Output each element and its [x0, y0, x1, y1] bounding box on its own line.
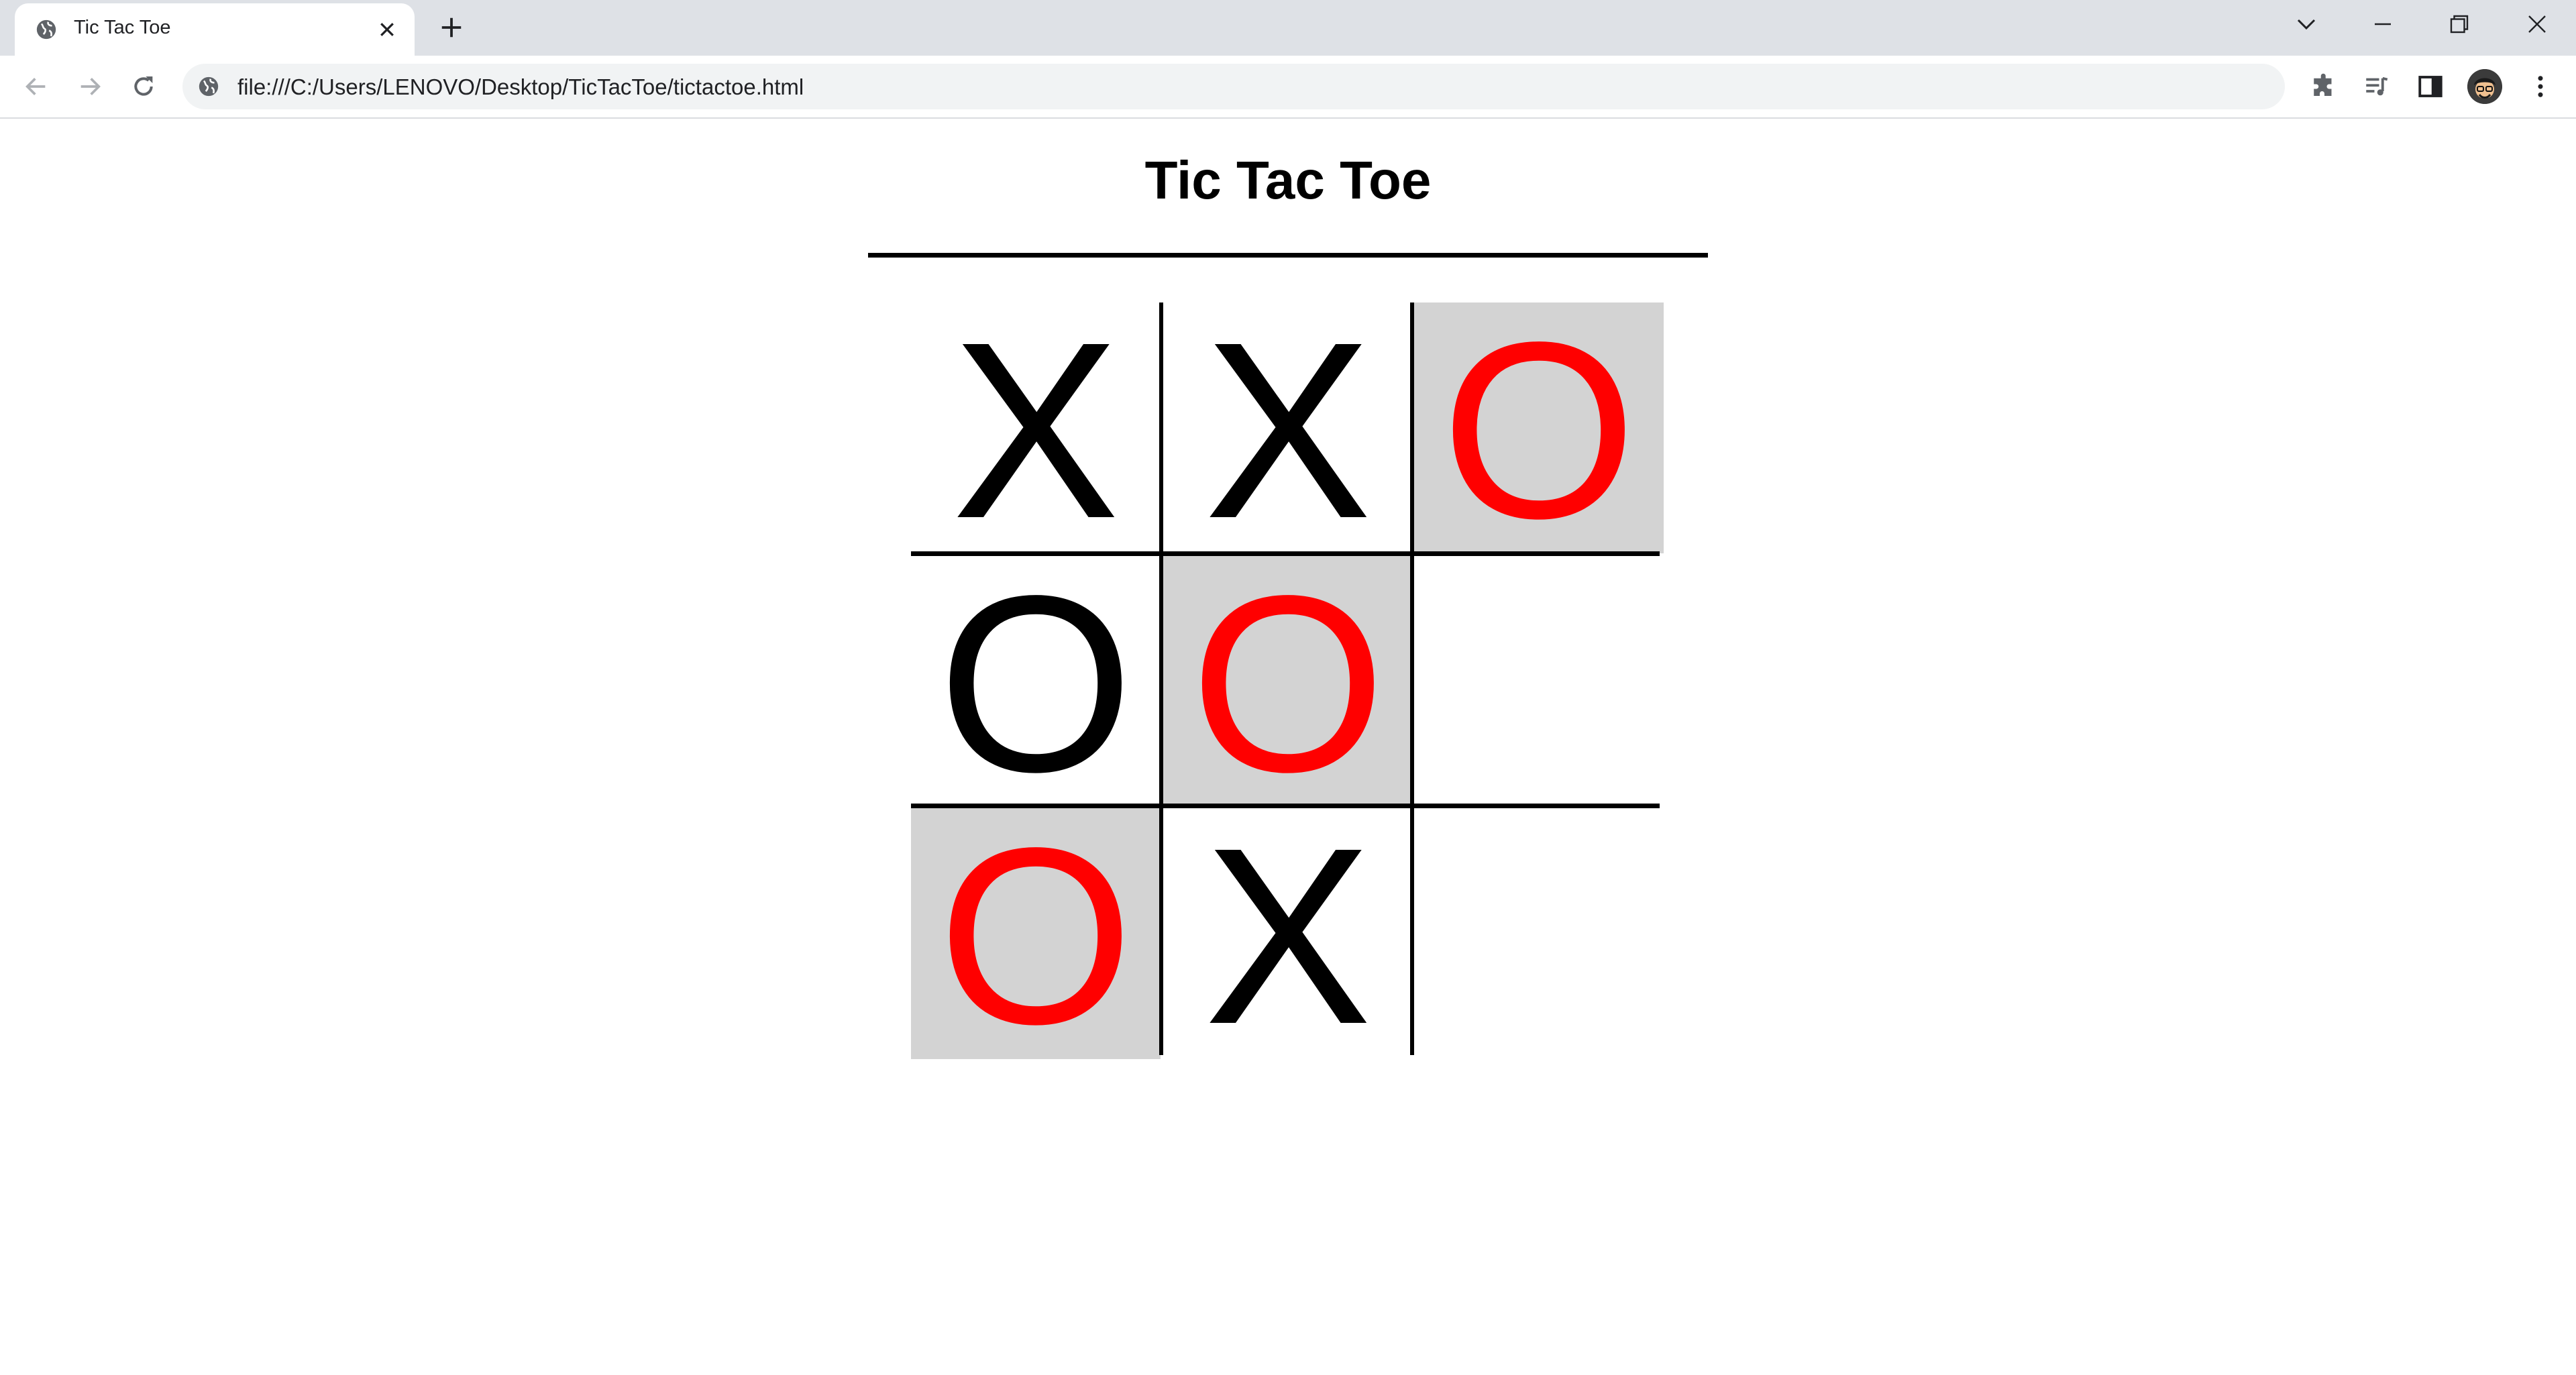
- cell-mark: X: [1203, 795, 1373, 1077]
- cell-mark: O: [1441, 290, 1637, 571]
- reload-icon[interactable]: [130, 73, 157, 100]
- board-cell-1[interactable]: X: [911, 302, 1161, 556]
- url-text[interactable]: file:///C:/Users/LENOVO/Desktop/TicTacTo…: [237, 74, 804, 100]
- board-cell-2[interactable]: X: [1163, 302, 1413, 556]
- chevron-down-icon[interactable]: [2294, 12, 2318, 36]
- cell-mark: X: [951, 290, 1120, 571]
- title-divider: [868, 253, 1708, 258]
- close-icon[interactable]: [377, 19, 397, 40]
- avatar[interactable]: [2467, 69, 2502, 104]
- globe-icon: [36, 19, 56, 40]
- board-cell-7[interactable]: O: [911, 795, 1161, 1077]
- forward-arrow-icon[interactable]: [76, 73, 103, 100]
- tab-title: Tic Tac Toe: [74, 17, 171, 38]
- board-cell-8[interactable]: X: [1163, 795, 1413, 1077]
- board-cell-9[interactable]: [1414, 808, 1664, 1059]
- media-queue-icon[interactable]: [2363, 72, 2391, 101]
- grid-line-horizontal: [911, 551, 1660, 556]
- kebab-menu-icon[interactable]: [2526, 72, 2555, 101]
- page-title: Tic Tac Toe: [1144, 150, 1432, 210]
- puzzle-icon[interactable]: [2310, 72, 2339, 101]
- board-cell-5[interactable]: O: [1163, 543, 1413, 824]
- restore-icon[interactable]: [2447, 12, 2471, 36]
- grid-line-vertical: [1159, 302, 1163, 1055]
- address-bar[interactable]: file:///C:/Users/LENOVO/Desktop/TicTacTo…: [182, 64, 2285, 109]
- cell-mark: X: [1203, 290, 1373, 571]
- cell-mark: O: [1190, 543, 1386, 824]
- profile-avatar-icon: [2467, 69, 2502, 104]
- close-icon[interactable]: [2525, 12, 2549, 36]
- side-panel-icon[interactable]: [2416, 72, 2445, 101]
- board-cell-3[interactable]: O: [1414, 302, 1664, 556]
- globe-icon[interactable]: [197, 75, 220, 98]
- plus-icon[interactable]: [439, 15, 464, 40]
- cell-mark: O: [938, 795, 1134, 1077]
- page-content: Tic Tac Toe X X O O O O X: [0, 119, 2576, 1375]
- cell-mark: O: [938, 543, 1134, 824]
- grid-line-vertical: [1410, 302, 1414, 1055]
- board-cell-6[interactable]: [1414, 556, 1664, 807]
- browser-tab[interactable]: Tic Tac Toe: [15, 3, 415, 56]
- browser-toolbar: file:///C:/Users/LENOVO/Desktop/TicTacTo…: [0, 56, 2576, 119]
- back-arrow-icon[interactable]: [23, 73, 50, 100]
- grid-line-horizontal: [911, 804, 1660, 808]
- minimize-icon[interactable]: [2371, 12, 2395, 36]
- game-board: X X O O O O X: [911, 302, 1664, 1062]
- board-cell-4[interactable]: O: [911, 543, 1161, 824]
- tab-strip: Tic Tac Toe: [0, 0, 2576, 56]
